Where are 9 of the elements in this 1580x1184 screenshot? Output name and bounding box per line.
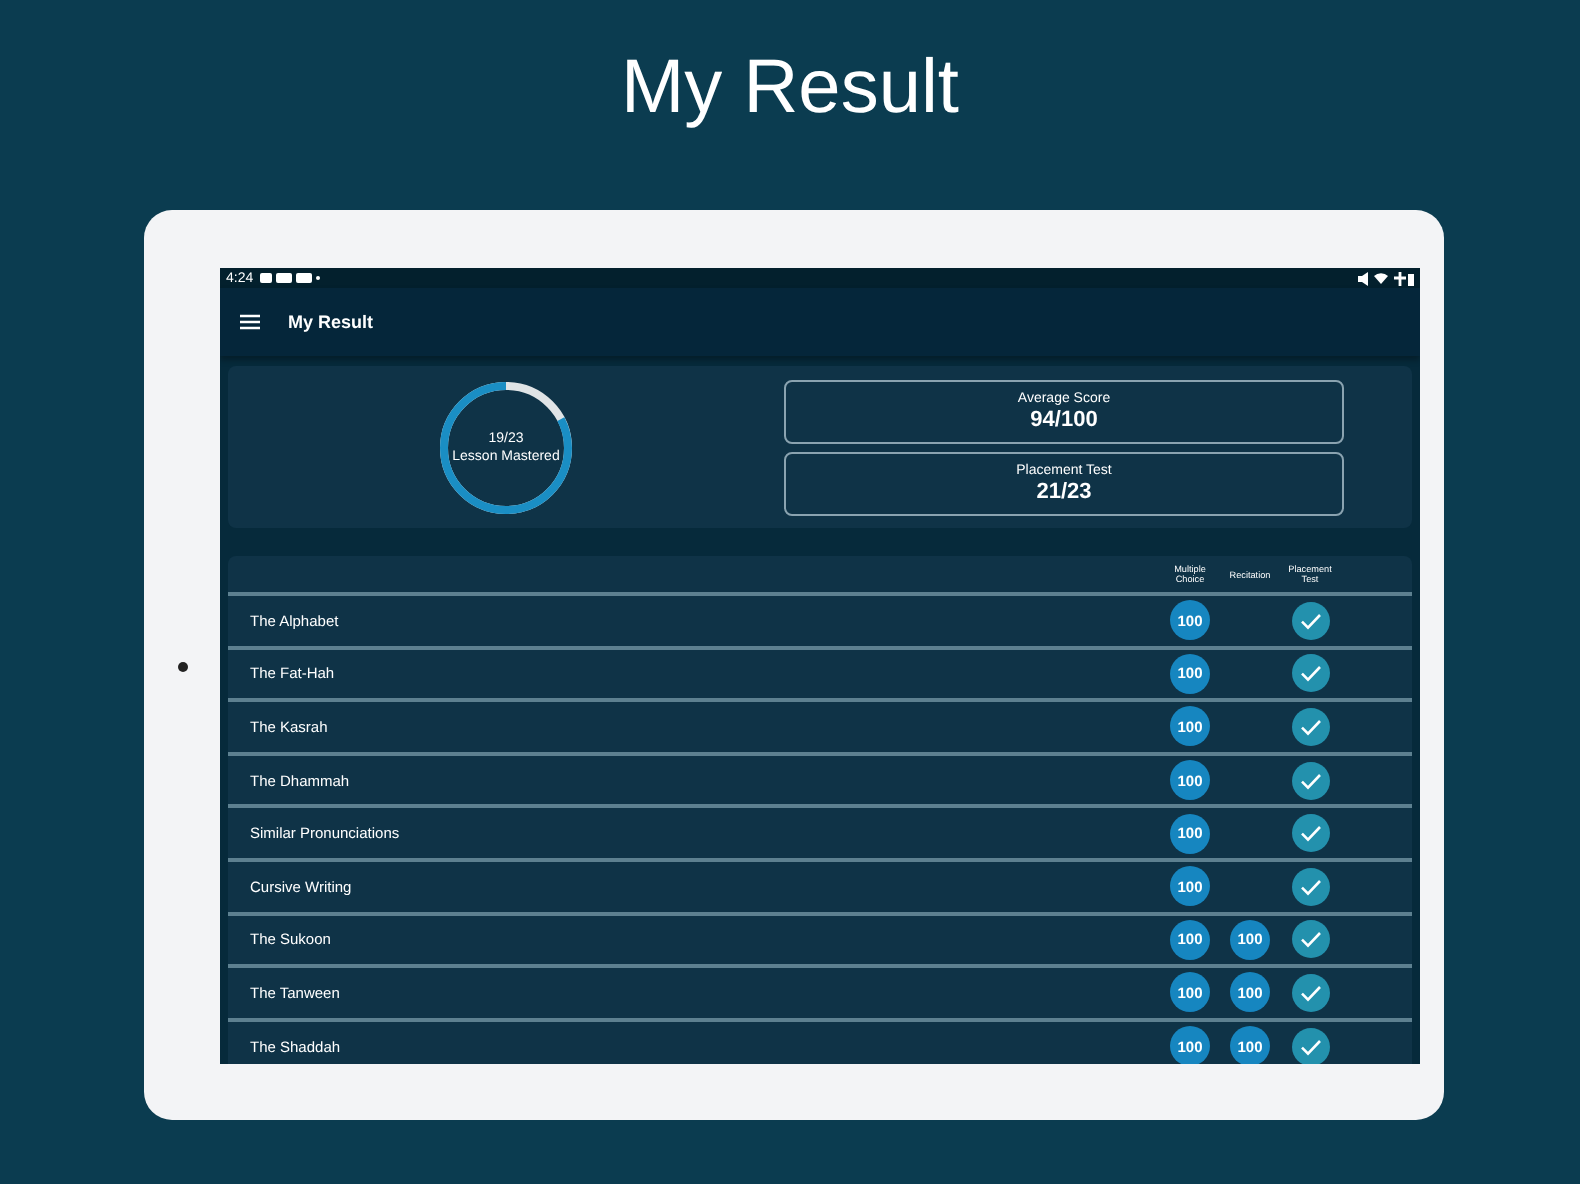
screen-title: My Result [288,312,374,332]
notification-icons-drawing [259,272,320,284]
camera-icon [177,661,187,671]
stat-value: 94/100 [1030,407,1098,431]
menu-icon[interactable] [240,314,260,330]
stat-value: 21/23 [1036,479,1092,503]
system-icons-drawing [1358,271,1414,285]
page-headline: My Result [621,46,959,132]
progress-ring [438,379,574,515]
